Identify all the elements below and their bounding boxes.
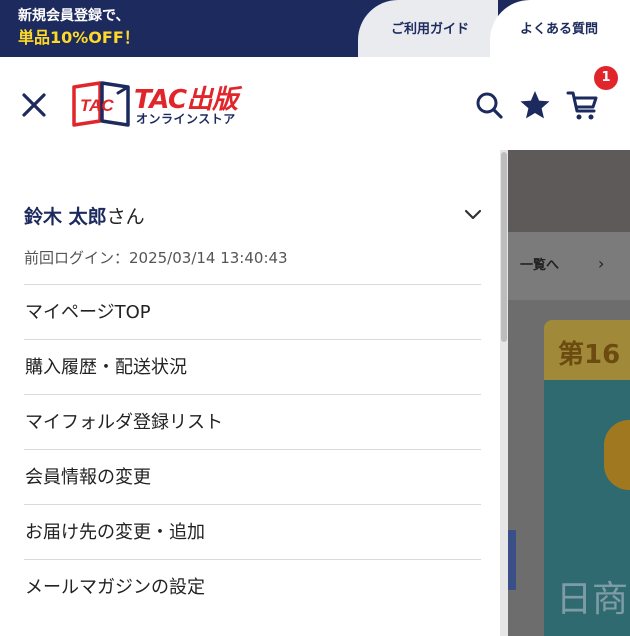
- promo-line-2: 単品10%OFF！: [18, 28, 140, 47]
- user-account-toggle[interactable]: 鈴木 太郎さん: [24, 202, 484, 232]
- guide-tab-label: ご利用ガイド: [391, 22, 470, 37]
- chevron-right-icon: ›: [598, 254, 605, 273]
- background-list-link: 一覧へ: [520, 258, 560, 273]
- background-card-number: 第16: [558, 340, 621, 370]
- last-login-time: 前回ログイン：2025/03/14 13:40:43: [24, 249, 288, 267]
- promo-line-1: 新規会員登録で、: [18, 8, 130, 24]
- user-name: 鈴木 太郎さん: [24, 202, 145, 229]
- account-drawer: 鈴木 太郎さん 前回ログイン：2025/03/14 13:40:43 マイページ…: [0, 150, 500, 636]
- background-decoration: [508, 530, 516, 590]
- menu-item-mypage-top[interactable]: マイページTOP: [24, 284, 481, 339]
- search-button[interactable]: [474, 90, 504, 120]
- search-icon: [476, 92, 503, 119]
- faq-tab-label: よくある質問: [520, 22, 599, 37]
- logo-sub-text: オンラインストア: [136, 112, 236, 126]
- star-icon: [520, 91, 550, 119]
- background-card-title: 日商: [556, 579, 629, 620]
- user-name-text: 鈴木 太郎: [24, 206, 107, 228]
- menu-item-newsletter-settings[interactable]: メールマガジンの設定: [24, 559, 481, 614]
- background-page-overlay[interactable]: 一覧へ › 第16 日商: [508, 150, 630, 636]
- menu-item-purchase-history[interactable]: 購入履歴・配送状況: [24, 339, 481, 394]
- drawer-scrollbar-thumb[interactable]: [501, 152, 507, 342]
- background-promo-card: 第16 日商: [544, 320, 630, 636]
- close-menu-button[interactable]: [18, 89, 50, 121]
- chevron-down-icon: [464, 209, 482, 220]
- cart-count-badge: 1: [594, 66, 618, 90]
- menu-item-my-folder[interactable]: マイフォルダ登録リスト: [24, 394, 481, 449]
- menu-item-delivery-address[interactable]: お届け先の変更・追加: [24, 504, 481, 559]
- user-name-suffix: さん: [106, 206, 145, 228]
- account-menu: マイページTOP 購入履歴・配送状況 マイフォルダ登録リスト 会員情報の変更 お…: [24, 284, 481, 614]
- book-logo-icon: TAC: [72, 81, 130, 127]
- menu-item-member-info[interactable]: 会員情報の変更: [24, 449, 481, 504]
- background-banner: [508, 150, 630, 232]
- guide-tab[interactable]: ご利用ガイド: [358, 0, 498, 57]
- cart-icon: [566, 91, 598, 120]
- site-header: TAC TAC出版 オンラインストア: [0, 57, 630, 150]
- background-card-badge: [604, 420, 630, 490]
- top-banner: 新規会員登録で、 単品10%OFF！ ご利用ガイド よくある質問: [0, 0, 630, 57]
- cart-button[interactable]: [566, 88, 600, 122]
- close-icon: [22, 93, 46, 117]
- logo-badge-text: TAC: [80, 96, 114, 115]
- signup-promo[interactable]: 新規会員登録で、 単品10%OFF！: [18, 6, 140, 50]
- favorites-button[interactable]: [519, 89, 551, 121]
- site-logo[interactable]: TAC TAC出版 オンラインストア: [70, 79, 250, 127]
- faq-tab[interactable]: よくある質問: [490, 0, 630, 57]
